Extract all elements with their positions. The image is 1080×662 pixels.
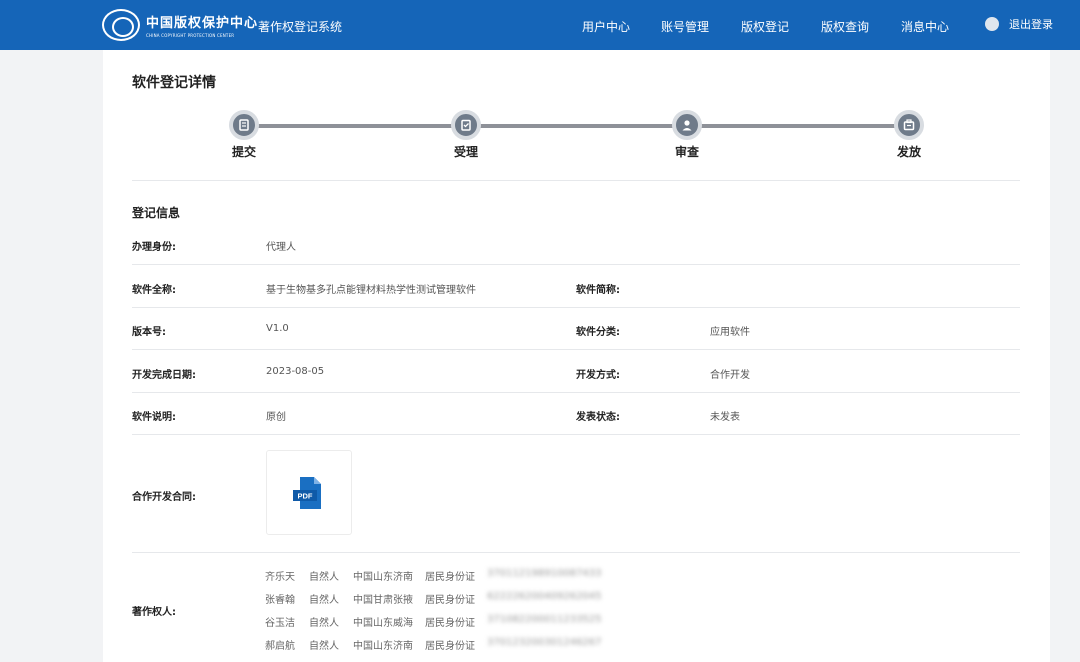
- owners-label: 著作权人:: [132, 607, 176, 618]
- publish-status-value: 未发表: [710, 412, 740, 423]
- divider: [132, 349, 1020, 350]
- identity-label: 办理身份:: [132, 242, 176, 253]
- full-name-label: 软件全称:: [132, 285, 176, 296]
- step-label: 审查: [674, 145, 699, 159]
- version-label: 版本号:: [132, 327, 166, 338]
- divider: [132, 307, 1020, 308]
- owner-region: 中国山东济南: [353, 572, 413, 583]
- system-name: 著作权登记系统: [258, 20, 343, 34]
- owner-id-number: 370123200301246267: [487, 637, 602, 648]
- owner-type: 自然人: [309, 595, 339, 606]
- package-icon: [894, 110, 924, 140]
- owner-name: 张睿翰: [265, 595, 295, 606]
- divider: [132, 264, 1020, 265]
- owner-region: 中国甘肃张掖: [353, 595, 413, 606]
- logo-title: 中国版权保护中心: [146, 16, 259, 31]
- nav-copyright-registration[interactable]: 版权登记: [741, 18, 789, 35]
- divider: [132, 552, 1020, 553]
- step-submit: 提交: [204, 110, 284, 160]
- contract-file-thumbnail[interactable]: PDF: [266, 450, 352, 535]
- owner-id-type: 居民身份证: [425, 572, 475, 583]
- clipboard-check-icon: [451, 110, 481, 140]
- step-accept: 受理: [426, 110, 506, 160]
- divider: [132, 434, 1020, 435]
- category-value: 应用软件: [710, 327, 750, 338]
- pdf-file-icon: PDF: [293, 476, 321, 509]
- detail-panel: 软件登记详情 提交 受理 审查 发放 登记信息 办理身份: 代理人 软件全称: …: [103, 50, 1050, 662]
- dev-mode-label: 开发方式:: [576, 370, 620, 381]
- description-value: 原创: [266, 412, 286, 423]
- logout-link[interactable]: 退出登录: [1009, 16, 1053, 32]
- owner-id-number: 370112198910087433: [487, 568, 602, 579]
- identity-value: 代理人: [266, 242, 296, 253]
- pdf-icon-text: PDF: [298, 491, 313, 500]
- complete-date-label: 开发完成日期:: [132, 370, 196, 381]
- contract-label: 合作开发合同:: [132, 492, 196, 503]
- user-icon: [672, 110, 702, 140]
- owner-name: 郝启航: [265, 641, 295, 652]
- short-name-label: 软件简称:: [576, 285, 620, 296]
- logo[interactable]: 中国版权保护中心 CHINA COPYRIGHT PROTECTION CENT…: [102, 9, 258, 41]
- owner-type: 自然人: [309, 641, 339, 652]
- nav-copyright-query[interactable]: 版权查询: [821, 18, 869, 35]
- progress-track: [244, 124, 909, 128]
- full-name-value: 基于生物基多孔点能锂材料热学性测试管理软件: [266, 285, 476, 296]
- document-icon: [229, 110, 259, 140]
- owner-name: 谷玉洁: [265, 618, 295, 629]
- divider: [132, 180, 1020, 181]
- logo-subtitle: CHINA COPYRIGHT PROTECTION CENTER: [146, 33, 235, 38]
- step-label: 提交: [231, 145, 256, 159]
- owner-id-type: 居民身份证: [425, 618, 475, 629]
- owner-id-type: 居民身份证: [425, 641, 475, 652]
- owner-id-number: 371082200011233525: [487, 614, 602, 625]
- owner-name: 齐乐天: [265, 572, 295, 583]
- step-label: 发放: [896, 145, 921, 159]
- owner-region: 中国山东威海: [353, 618, 413, 629]
- owner-type: 自然人: [309, 572, 339, 583]
- dev-mode-value: 合作开发: [710, 370, 750, 381]
- owner-region: 中国山东济南: [353, 641, 413, 652]
- nav-messages[interactable]: 消息中心: [901, 18, 949, 35]
- step-label: 受理: [453, 145, 478, 159]
- divider: [132, 392, 1020, 393]
- publish-status-label: 发表状态:: [576, 412, 620, 423]
- step-review: 审查: [647, 110, 727, 160]
- page-title: 软件登记详情: [132, 75, 216, 91]
- nav-user-center[interactable]: 用户中心: [582, 18, 630, 35]
- section-title: 登记信息: [132, 206, 181, 220]
- version-value: V1.0: [266, 323, 289, 334]
- owner-type: 自然人: [309, 618, 339, 629]
- owner-id-number: 622226200409262045: [487, 591, 602, 602]
- logo-emblem-icon: [102, 9, 140, 41]
- top-header: 中国版权保护中心 CHINA COPYRIGHT PROTECTION CENT…: [0, 0, 1080, 50]
- complete-date-value: 2023-08-05: [266, 366, 325, 377]
- step-issue: 发放: [869, 110, 949, 160]
- nav-account[interactable]: 账号管理: [661, 18, 709, 35]
- owner-id-type: 居民身份证: [425, 595, 475, 606]
- category-label: 软件分类:: [576, 327, 620, 338]
- description-label: 软件说明:: [132, 412, 176, 423]
- avatar[interactable]: [985, 17, 999, 31]
